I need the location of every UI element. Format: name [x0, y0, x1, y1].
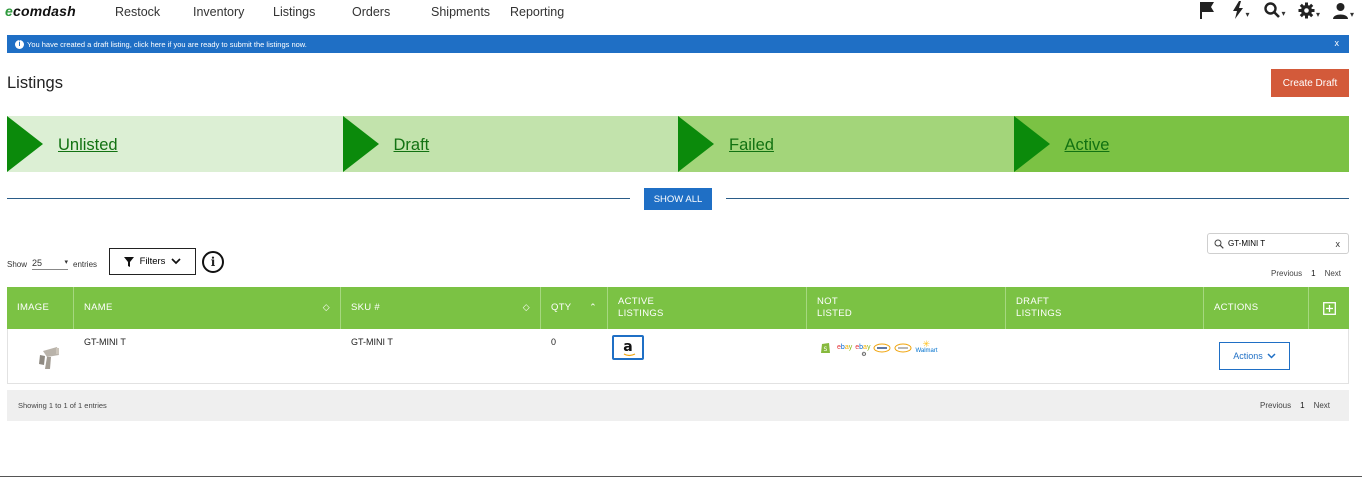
- walmart-icon[interactable]: Walmart ✳: [915, 339, 937, 354]
- alert-text[interactable]: You have created a draft listing, click …: [27, 40, 307, 49]
- product-image[interactable]: [8, 329, 75, 384]
- shopify-icon[interactable]: S: [820, 341, 831, 354]
- actions-label: Actions: [1233, 351, 1263, 361]
- step-active[interactable]: Active: [1013, 116, 1349, 172]
- clear-search-icon[interactable]: x: [1336, 239, 1341, 249]
- previous-page-link[interactable]: Previous: [1260, 401, 1291, 410]
- next-page-link[interactable]: Next: [1314, 401, 1330, 410]
- chevron-down-icon: ▾: [1281, 9, 1286, 18]
- plus-square-icon: [1322, 301, 1336, 315]
- sort-icon[interactable]: ◇: [323, 301, 330, 313]
- gear-icon[interactable]: ▾: [1294, 2, 1324, 19]
- top-pagination: Previous 1 Next: [1271, 269, 1341, 278]
- amazon-channel-button[interactable]: a: [612, 335, 644, 360]
- product-qty: 0: [551, 337, 557, 347]
- nav-restock[interactable]: Restock: [115, 5, 160, 19]
- top-nav: ecomdash Restock Inventory Listings Orde…: [0, 0, 1362, 28]
- step-unlisted[interactable]: Unlisted: [7, 116, 343, 172]
- col-sku[interactable]: SKU # ◇: [341, 287, 541, 329]
- step-arrow-icon: [678, 116, 714, 172]
- product-name: GT-MINI T: [84, 337, 126, 347]
- not-listed-channels: S ebay ebay ⚙ Walmart ✳: [820, 339, 938, 358]
- svg-text:S: S: [824, 346, 828, 353]
- step-arrow-icon: [7, 116, 43, 172]
- step-draft[interactable]: Draft: [342, 116, 678, 172]
- col-not-listed: NOT LISTED: [807, 287, 1006, 329]
- add-column-button[interactable]: [1309, 287, 1349, 329]
- draft-alert-banner[interactable]: i You have created a draft listing, clic…: [7, 35, 1349, 53]
- nav-listings[interactable]: Listings: [273, 5, 315, 19]
- entries-select[interactable]: 25 ▾: [32, 258, 69, 270]
- ebay-icon[interactable]: ebay: [837, 344, 852, 351]
- col-draft-listings: DRAFT LISTINGS: [1006, 287, 1204, 329]
- search-input[interactable]: [1228, 239, 1328, 248]
- nav-shipments[interactable]: Shipments: [431, 5, 490, 19]
- col-image: IMAGE: [7, 287, 74, 329]
- listings-table: IMAGE NAME ◇ SKU # ◇ QTY ⌃ ACTIVE LISTINGS …: [7, 287, 1349, 384]
- info-icon: i: [15, 39, 24, 49]
- col-active-listings: ACTIVE LISTINGS: [608, 287, 807, 329]
- chevron-down-icon: ▾: [1349, 9, 1354, 19]
- step-arrow-icon: [342, 116, 379, 172]
- page-1-link[interactable]: 1: [1300, 401, 1304, 410]
- step-failed[interactable]: Failed: [678, 116, 1014, 172]
- divider-right: [726, 198, 1349, 199]
- flag-icon[interactable]: [1192, 1, 1222, 19]
- nav-inventory[interactable]: Inventory: [193, 5, 244, 19]
- listing-status-steps: Unlisted Draft Failed Active: [7, 116, 1349, 172]
- search-icon: [1214, 239, 1224, 249]
- search-box: x: [1207, 233, 1349, 254]
- product-sku: GT-MINI T: [351, 337, 393, 347]
- bottom-pagination: Previous 1 Next: [1260, 401, 1330, 410]
- user-icon[interactable]: ▾: [1328, 2, 1358, 19]
- lightning-icon[interactable]: ▾: [1226, 1, 1256, 19]
- col-actions: ACTIONS: [1204, 287, 1309, 329]
- sort-ascending-icon[interactable]: ⌃: [589, 301, 597, 313]
- step-label[interactable]: Active: [1065, 136, 1110, 155]
- nav-orders[interactable]: Orders: [352, 5, 390, 19]
- filters-button[interactable]: Filters: [109, 248, 196, 275]
- chevron-down-icon: ▾: [1245, 10, 1250, 19]
- divider-left: [7, 198, 630, 199]
- step-label[interactable]: Unlisted: [58, 136, 118, 155]
- step-label[interactable]: Failed: [729, 136, 774, 155]
- chevron-down-icon: [171, 258, 182, 265]
- step-label[interactable]: Draft: [394, 136, 430, 155]
- sort-icon[interactable]: ◇: [523, 301, 530, 313]
- step-arrow-icon: [1013, 116, 1050, 172]
- table-header: IMAGE NAME ◇ SKU # ◇ QTY ⌃ ACTIVE LISTINGS …: [7, 287, 1349, 329]
- marketplace-icon[interactable]: [873, 343, 891, 353]
- col-qty[interactable]: QTY ⌃: [541, 287, 608, 329]
- marketplace-icon[interactable]: [894, 343, 912, 353]
- show-label: Show: [7, 259, 28, 269]
- create-draft-button[interactable]: Create Draft: [1271, 69, 1349, 97]
- entries-label: entries: [73, 259, 98, 269]
- page-title: Listings: [7, 74, 63, 92]
- show-entries: Show 25 ▾ entries: [7, 258, 97, 270]
- row-actions-button[interactable]: Actions: [1219, 342, 1290, 370]
- search-icon[interactable]: ▾: [1260, 2, 1290, 18]
- col-name[interactable]: NAME ◇: [74, 287, 341, 329]
- page-1-link[interactable]: 1: [1311, 269, 1315, 278]
- caret-down-icon: ▾: [64, 259, 69, 266]
- table-footer: Showing 1 to 1 of 1 entries Previous 1 N…: [7, 390, 1349, 421]
- ebay-motors-icon[interactable]: ebay ⚙: [855, 344, 870, 358]
- chevron-down-icon: [1267, 353, 1276, 359]
- filter-icon: [123, 256, 134, 267]
- previous-page-link[interactable]: Previous: [1271, 269, 1302, 278]
- showing-entries-text: Showing 1 to 1 of 1 entries: [18, 401, 107, 410]
- filters-label: Filters: [139, 256, 166, 267]
- close-icon[interactable]: x: [1335, 38, 1340, 48]
- next-page-link[interactable]: Next: [1325, 269, 1341, 278]
- brand-logo[interactable]: ecomdash: [5, 3, 76, 19]
- info-icon[interactable]: i: [202, 251, 224, 273]
- table-row: GT-MINI T GT-MINI T 0 a S ebay ebay ⚙ Wal…: [7, 329, 1349, 384]
- chevron-down-icon: ▾: [1315, 9, 1320, 19]
- nav-reporting[interactable]: Reporting: [510, 5, 564, 19]
- amazon-smile-icon: [623, 353, 636, 357]
- show-all-button[interactable]: SHOW ALL: [644, 188, 712, 210]
